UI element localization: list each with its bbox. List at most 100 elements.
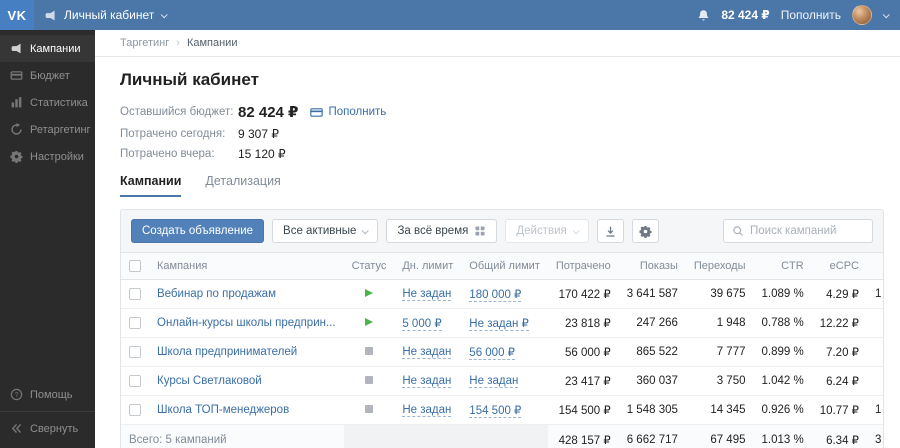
total-limit-editable[interactable]: 56 000 ₽ — [469, 347, 515, 361]
campaign-link[interactable]: Онлайн-курсы школы предприн... — [157, 317, 336, 329]
sidebar-item-budget[interactable]: Бюджет — [0, 62, 95, 89]
column-header-total-limit[interactable]: Общий лимит — [461, 253, 548, 281]
sidebar-item-label: Статистика — [30, 96, 88, 109]
column-header-ecpc[interactable]: eCPC — [811, 253, 867, 281]
sidebar-item-statistics[interactable]: Статистика — [0, 89, 95, 116]
cell-ecpc: 6.24 ₽ — [811, 366, 867, 397]
column-header-status[interactable]: Статус — [343, 253, 395, 281]
stop-icon — [364, 347, 373, 356]
period-value: За всё время — [397, 225, 469, 237]
total-impressions: 6 662 717 — [618, 424, 686, 448]
total-limit-editable[interactable]: 154 500 ₽ — [469, 405, 522, 419]
sidebar-item-help[interactable]: ? Помощь — [0, 381, 95, 408]
status-toggle[interactable] — [364, 376, 373, 385]
tab-campaigns[interactable]: Кампании — [120, 174, 182, 197]
sidebar-item-campaigns[interactable]: Кампании — [0, 35, 95, 62]
topbar: VK Личный кабинет 82 424 ₽ Пополнить — [0, 0, 900, 30]
column-header-campaign[interactable]: Кампания — [149, 253, 344, 281]
gear-icon — [639, 224, 652, 238]
table-header-row: Кампания Статус Дн. лимит Общий лимит По… — [121, 253, 883, 281]
campaign-search — [723, 219, 873, 243]
cabinet-label: Личный кабинет — [64, 8, 155, 22]
campaign-link[interactable]: Вебинар по продажам — [157, 288, 276, 300]
total-empty-cell — [343, 424, 395, 448]
cell-ctr: 1.042 % — [753, 366, 812, 397]
select-all-checkbox[interactable] — [129, 260, 141, 273]
toolbar: Создать объявление Все активные За всё в… — [121, 210, 883, 253]
total-limit-editable[interactable]: Не задан — [469, 375, 519, 389]
daily-limit-editable[interactable]: Не задан — [402, 375, 452, 389]
sidebar-item-retargeting[interactable]: Ретаргетинг — [0, 116, 95, 143]
breadcrumb-link-targeting[interactable]: Таргетинг — [120, 37, 169, 49]
topup-action[interactable]: Пополнить — [310, 106, 386, 119]
column-header-impressions[interactable]: Показы — [618, 253, 686, 281]
campaign-link[interactable]: Школа предпринимателей — [157, 346, 297, 358]
table-settings-button[interactable] — [631, 219, 659, 243]
download-icon — [606, 226, 615, 237]
daily-limit-editable[interactable]: Не задан — [402, 346, 452, 360]
wallet-icon — [10, 69, 23, 82]
calendar-grid-icon — [474, 225, 486, 237]
create-ad-button[interactable]: Создать объявление — [131, 219, 265, 243]
row-checkbox[interactable] — [129, 346, 141, 359]
total-ctr: 1.013 % — [753, 424, 812, 448]
stop-icon — [364, 405, 373, 414]
column-header-spent[interactable]: Потрачено — [547, 253, 619, 281]
status-toggle[interactable] — [364, 347, 373, 356]
column-header-ctr[interactable]: CTR — [753, 253, 812, 281]
row-checkbox[interactable] — [129, 375, 141, 388]
row-checkbox[interactable] — [129, 288, 141, 301]
play-icon — [364, 289, 373, 298]
daily-limit-editable[interactable]: Не задан — [402, 288, 452, 302]
row-checkbox[interactable] — [129, 317, 141, 330]
row-checkbox[interactable] — [129, 404, 141, 417]
campaign-link[interactable]: Школа ТОП-менеджеров — [157, 404, 289, 416]
actions-dropdown[interactable]: Действия — [505, 219, 589, 243]
chevron-down-icon — [160, 10, 169, 18]
daily-limit-editable[interactable]: Не задан — [402, 404, 452, 418]
tab-details[interactable]: Детализация — [205, 174, 280, 197]
total-limit-editable[interactable]: 180 000 ₽ — [469, 289, 522, 303]
campaign-link[interactable]: Курсы Светлаковой — [157, 375, 262, 387]
breadcrumb-separator: › — [176, 37, 180, 49]
total-clicks: 67 495 — [685, 424, 754, 448]
table-row: Онлайн-курсы школы предприн... 5 000 ₽ Н… — [121, 308, 883, 339]
topup-link[interactable]: Пополнить — [781, 8, 841, 22]
cell-clicks: 14 345 — [685, 395, 754, 426]
gear-icon — [10, 150, 23, 163]
column-header-reach[interactable]: Охват — [867, 253, 883, 281]
bell-icon — [699, 9, 709, 21]
total-limit-editable[interactable]: Не задан ₽ — [469, 318, 529, 332]
chevron-down-icon[interactable] — [882, 10, 890, 18]
cell-spent: 23 818 ₽ — [547, 308, 619, 339]
sidebar-item-settings[interactable]: Настройки — [0, 143, 95, 170]
vk-logo[interactable]: VK — [0, 0, 34, 30]
column-header-clicks[interactable]: Переходы — [685, 253, 754, 281]
avatar[interactable] — [852, 5, 872, 25]
table-row: Вебинар по продажам Не задан 180 000 ₽ 1… — [121, 279, 883, 310]
balance: 82 424 ₽ — [721, 8, 770, 22]
campaigns-table: Кампания Статус Дн. лимит Общий лимит По… — [121, 253, 883, 448]
status-filter-dropdown[interactable]: Все активные — [272, 219, 379, 243]
status-toggle[interactable] — [364, 318, 373, 327]
column-header-daily-limit[interactable]: Дн. лимит — [394, 253, 462, 281]
cell-ctr: 0.788 % — [753, 308, 812, 339]
sidebar-item-label: Ретаргетинг — [30, 123, 91, 136]
export-button[interactable] — [596, 219, 624, 243]
cell-ctr: 1.089 % — [753, 279, 812, 310]
table-total-row: Всего: 5 кампаний 428 157 ₽ 6 662 717 67… — [121, 424, 883, 448]
status-toggle[interactable] — [364, 289, 373, 298]
sidebar-collapse-button[interactable]: Свернуть — [0, 415, 95, 442]
megaphone-icon — [44, 9, 57, 22]
cell-impressions: 3 641 587 — [618, 279, 686, 310]
sidebar-divider — [0, 411, 95, 412]
cabinet-selector[interactable]: Личный кабинет — [34, 8, 169, 22]
period-dropdown[interactable]: За всё время — [386, 219, 498, 243]
cell-clicks: 1 948 — [685, 308, 754, 339]
search-input[interactable] — [750, 225, 864, 237]
status-toggle[interactable] — [364, 405, 373, 414]
daily-limit-editable[interactable]: 5 000 ₽ — [402, 318, 442, 332]
notifications-button[interactable] — [697, 9, 710, 22]
cell-ecpc: 10.77 ₽ — [811, 395, 867, 426]
play-icon — [364, 318, 373, 327]
